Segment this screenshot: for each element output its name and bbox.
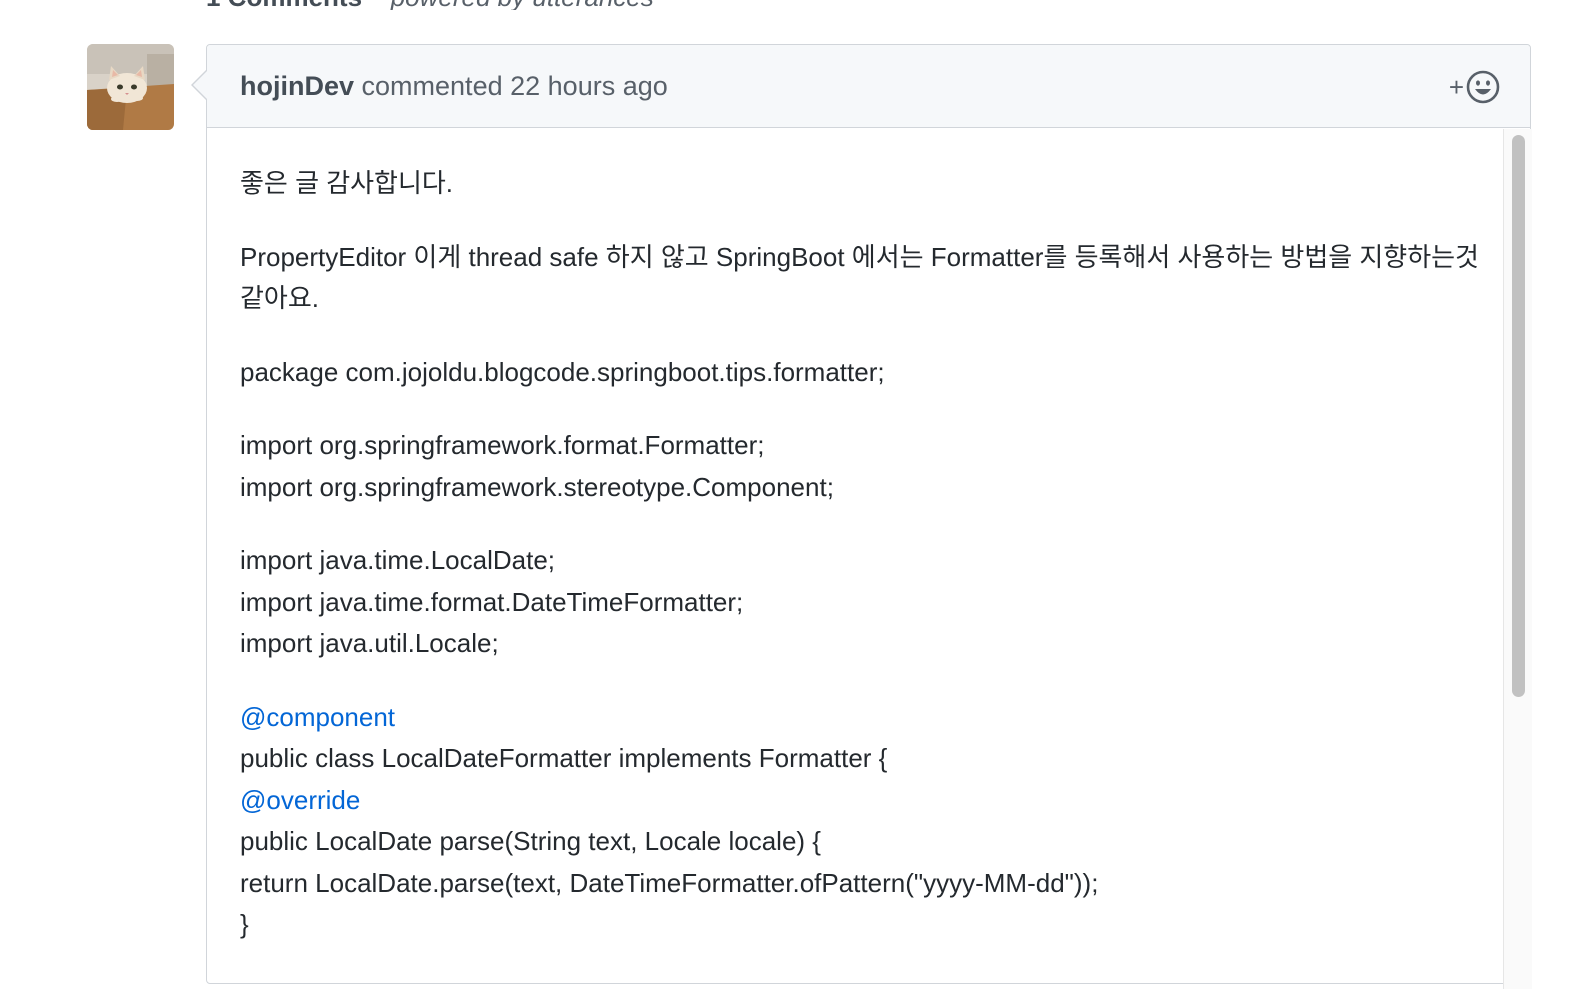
body-line: return LocalDate.parse(text, DateTimeFor… bbox=[240, 867, 1099, 898]
body-paragraph: import org.springframework.format.Format… bbox=[240, 425, 1480, 508]
comment-time[interactable]: 22 hours ago bbox=[510, 71, 668, 101]
comments-count-header: 1 Comments-powered by utterances bbox=[206, 0, 1106, 10]
comment-body: 좋은 글 감사합니다. PropertyEditor 이게 thread saf… bbox=[240, 163, 1480, 978]
body-line: } bbox=[240, 909, 249, 939]
body-line: public LocalDate parse(String text, Loca… bbox=[240, 826, 821, 856]
body-paragraph: import java.time.LocalDate; import java.… bbox=[240, 540, 1480, 665]
user-mention-link[interactable]: @override bbox=[240, 785, 360, 815]
body-paragraph: PropertyEditor 이게 thread safe 하지 않고 Spri… bbox=[240, 241, 1479, 314]
body-line: public class LocalDateFormatter implemen… bbox=[240, 743, 888, 773]
comment-caret-fill bbox=[193, 71, 207, 99]
header-separator: - bbox=[372, 0, 381, 10]
comment-header: hojinDev commented 22 hours ago + bbox=[207, 45, 1530, 128]
body-line: import java.time.LocalDate; bbox=[240, 545, 556, 575]
body-paragraph: 좋은 글 감사합니다. bbox=[240, 168, 454, 198]
user-mention-link[interactable]: @component bbox=[240, 702, 395, 732]
comments-count: 1 Comments bbox=[206, 0, 362, 10]
comment-action: commented bbox=[361, 71, 503, 101]
scrollbar[interactable] bbox=[1503, 129, 1532, 989]
comment-meta: hojinDev commented 22 hours ago bbox=[240, 71, 668, 102]
comment-box: hojinDev commented 22 hours ago + 좋은 글 감… bbox=[191, 44, 1532, 989]
scrollbar-thumb[interactable] bbox=[1512, 135, 1525, 697]
body-line: import org.springframework.stereotype.Co… bbox=[240, 471, 834, 502]
body-line: import org.springframework.format.Format… bbox=[240, 430, 765, 460]
plus-label: + bbox=[1448, 72, 1464, 102]
comment-author[interactable]: hojinDev bbox=[240, 71, 354, 101]
powered-by-link[interactable]: powered by utterances bbox=[391, 0, 654, 10]
body-paragraph: @component public class LocalDateFormatt… bbox=[240, 697, 1480, 946]
body-paragraph: package com.jojoldu.blogcode.springboot.… bbox=[240, 356, 885, 387]
avatar[interactable] bbox=[87, 44, 174, 130]
cat-avatar-image bbox=[87, 44, 174, 130]
add-reaction-button[interactable]: + bbox=[1449, 69, 1500, 105]
body-line: import java.util.Locale; bbox=[240, 628, 499, 658]
smiley-icon bbox=[1466, 70, 1500, 104]
body-line: import java.time.format.DateTimeFormatte… bbox=[240, 586, 744, 617]
